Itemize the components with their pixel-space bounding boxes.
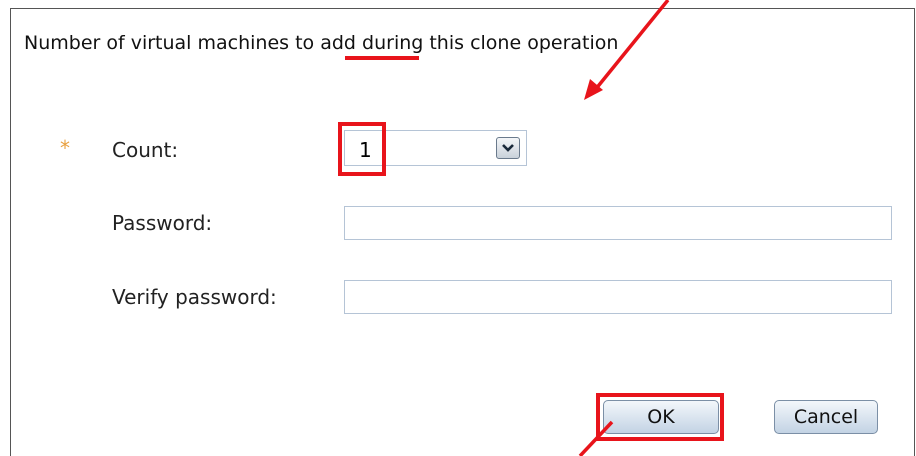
count-dropdown-button[interactable] (496, 137, 520, 159)
description-after: during this clone operation (355, 32, 619, 54)
password-label: Password: (112, 211, 213, 235)
count-label: Count: (112, 138, 179, 162)
password-input[interactable] (344, 206, 892, 240)
cancel-button[interactable]: Cancel (774, 400, 878, 434)
verify-password-input[interactable] (344, 280, 892, 314)
verify-password-label: Verify password: (112, 285, 277, 309)
count-value: 1 (359, 138, 372, 162)
description-before: Number of virtual machines (24, 32, 296, 54)
chevron-down-icon (502, 144, 514, 152)
required-marker: * (60, 136, 70, 160)
ok-button[interactable]: OK (603, 400, 719, 434)
description-text: Number of virtual machines to add during… (24, 32, 618, 54)
page: Number of virtual machines to add during… (0, 0, 916, 456)
description-highlight: to add (295, 32, 356, 54)
count-select[interactable]: 1 (344, 130, 527, 166)
